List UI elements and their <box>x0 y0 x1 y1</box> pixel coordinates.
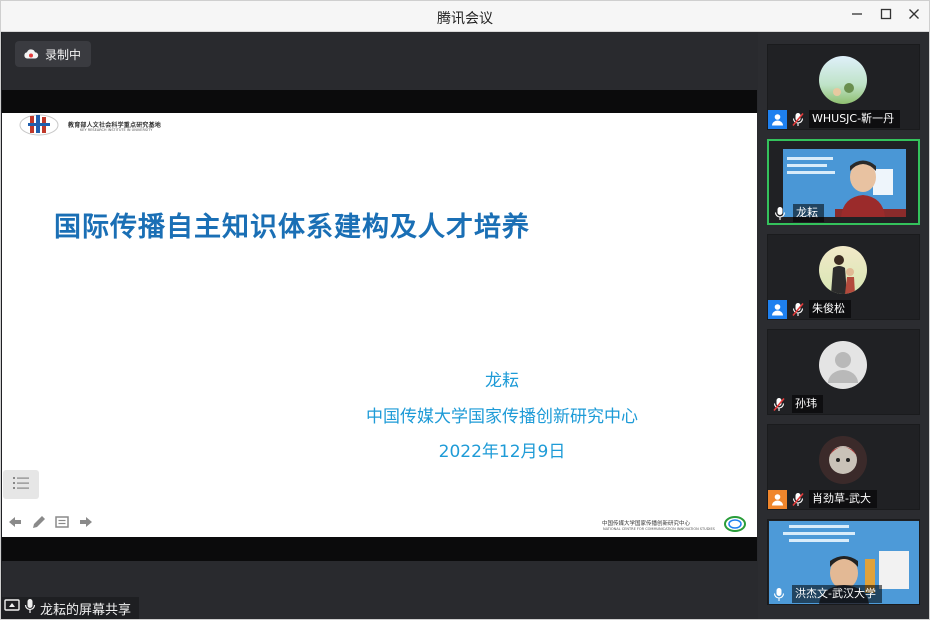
participant-name-tag: 朱俊松 <box>768 299 851 319</box>
maximize-icon[interactable] <box>875 6 897 26</box>
footer-org-en-text: NATIONAL CENTRE FOR COMMUNICATION INNOVA… <box>603 527 715 531</box>
screen-share-icon <box>4 599 20 617</box>
header-org-en-text: KEY RESEARCH INSTITUTE IN UNIVERSITY <box>80 128 153 132</box>
participant-tile[interactable]: 洪杰文-武汉大学 <box>767 519 920 605</box>
presentation-slide: 教育部人文社会科学重点研究基地 KEY RESEARCH INSTITUTE I… <box>2 113 757 537</box>
mic-muted-icon <box>768 394 790 414</box>
avatar <box>819 246 867 294</box>
mic-icon <box>769 203 791 223</box>
slide-letterbox-top <box>2 90 757 113</box>
mic-muted-icon <box>789 109 807 129</box>
minimize-icon[interactable] <box>846 6 868 26</box>
participant-name: 孙玮 <box>792 395 823 413</box>
screen-share-label: 龙耘的屏幕共享 <box>40 602 132 618</box>
participant-tile[interactable]: 肖劲草-武大 <box>767 424 920 510</box>
participant-name-tag: 龙耘 <box>769 203 824 223</box>
meeting-window: 腾讯会议 录制中 教育部人文社会科学重点研究基地 KEY RESEARCH IN… <box>0 0 930 620</box>
participant-tile[interactable]: WHUSJC-靳一丹 <box>767 44 920 130</box>
toc-button[interactable] <box>3 470 39 499</box>
recording-indicator[interactable]: 录制中 <box>15 41 92 67</box>
participant-name-tag: 孙玮 <box>768 394 823 414</box>
footer-org-text: 中国传媒大学国家传播创新研究中心 <box>602 521 691 527</box>
participant-tile-active-speaker[interactable]: 龙耘 <box>767 139 920 225</box>
user-icon <box>768 109 787 129</box>
cloud-record-icon <box>23 45 39 64</box>
participant-name: 肖劲草-武大 <box>809 490 877 508</box>
participant-tile[interactable]: 孙玮 <box>767 329 920 415</box>
user-icon <box>768 489 787 509</box>
slide-title: 国际传播自主知识体系建构及人才培养 <box>54 212 530 243</box>
avatar <box>819 436 867 484</box>
participant-name-tag: 肖劲草-武大 <box>768 489 877 509</box>
arrow-right-icon[interactable] <box>78 513 94 531</box>
mic-muted-icon <box>789 299 807 319</box>
screen-icon[interactable] <box>54 513 70 531</box>
participant-name-tag: WHUSJC-靳一丹 <box>768 109 901 129</box>
pen-icon[interactable] <box>30 513 48 531</box>
title-bar: 腾讯会议 <box>1 1 929 32</box>
arrow-left-icon[interactable] <box>7 513 23 531</box>
user-icon <box>768 299 787 319</box>
mic-icon <box>24 598 36 618</box>
close-icon[interactable] <box>903 6 925 26</box>
mic-icon <box>768 584 790 604</box>
participant-tile[interactable]: 朱俊松 <box>767 234 920 320</box>
avatar <box>819 341 867 389</box>
participant-name: 洪杰文-武汉大学 <box>792 585 882 603</box>
mic-muted-icon <box>789 489 807 509</box>
recording-label: 录制中 <box>45 47 82 62</box>
toc-icon <box>12 475 30 494</box>
window-title: 腾讯会议 <box>437 11 493 27</box>
university-logo <box>18 113 60 137</box>
avatar <box>819 56 867 104</box>
footer-logo <box>723 515 747 533</box>
participant-name: 朱俊松 <box>809 300 851 318</box>
slide-letterbox-bottom <box>2 537 757 561</box>
screen-share-tag[interactable]: 龙耘的屏幕共享 <box>2 597 140 619</box>
participant-name: WHUSJC-靳一丹 <box>809 110 901 128</box>
participant-name: 龙耘 <box>793 204 824 222</box>
participant-name-tag: 洪杰文-武汉大学 <box>768 584 882 604</box>
